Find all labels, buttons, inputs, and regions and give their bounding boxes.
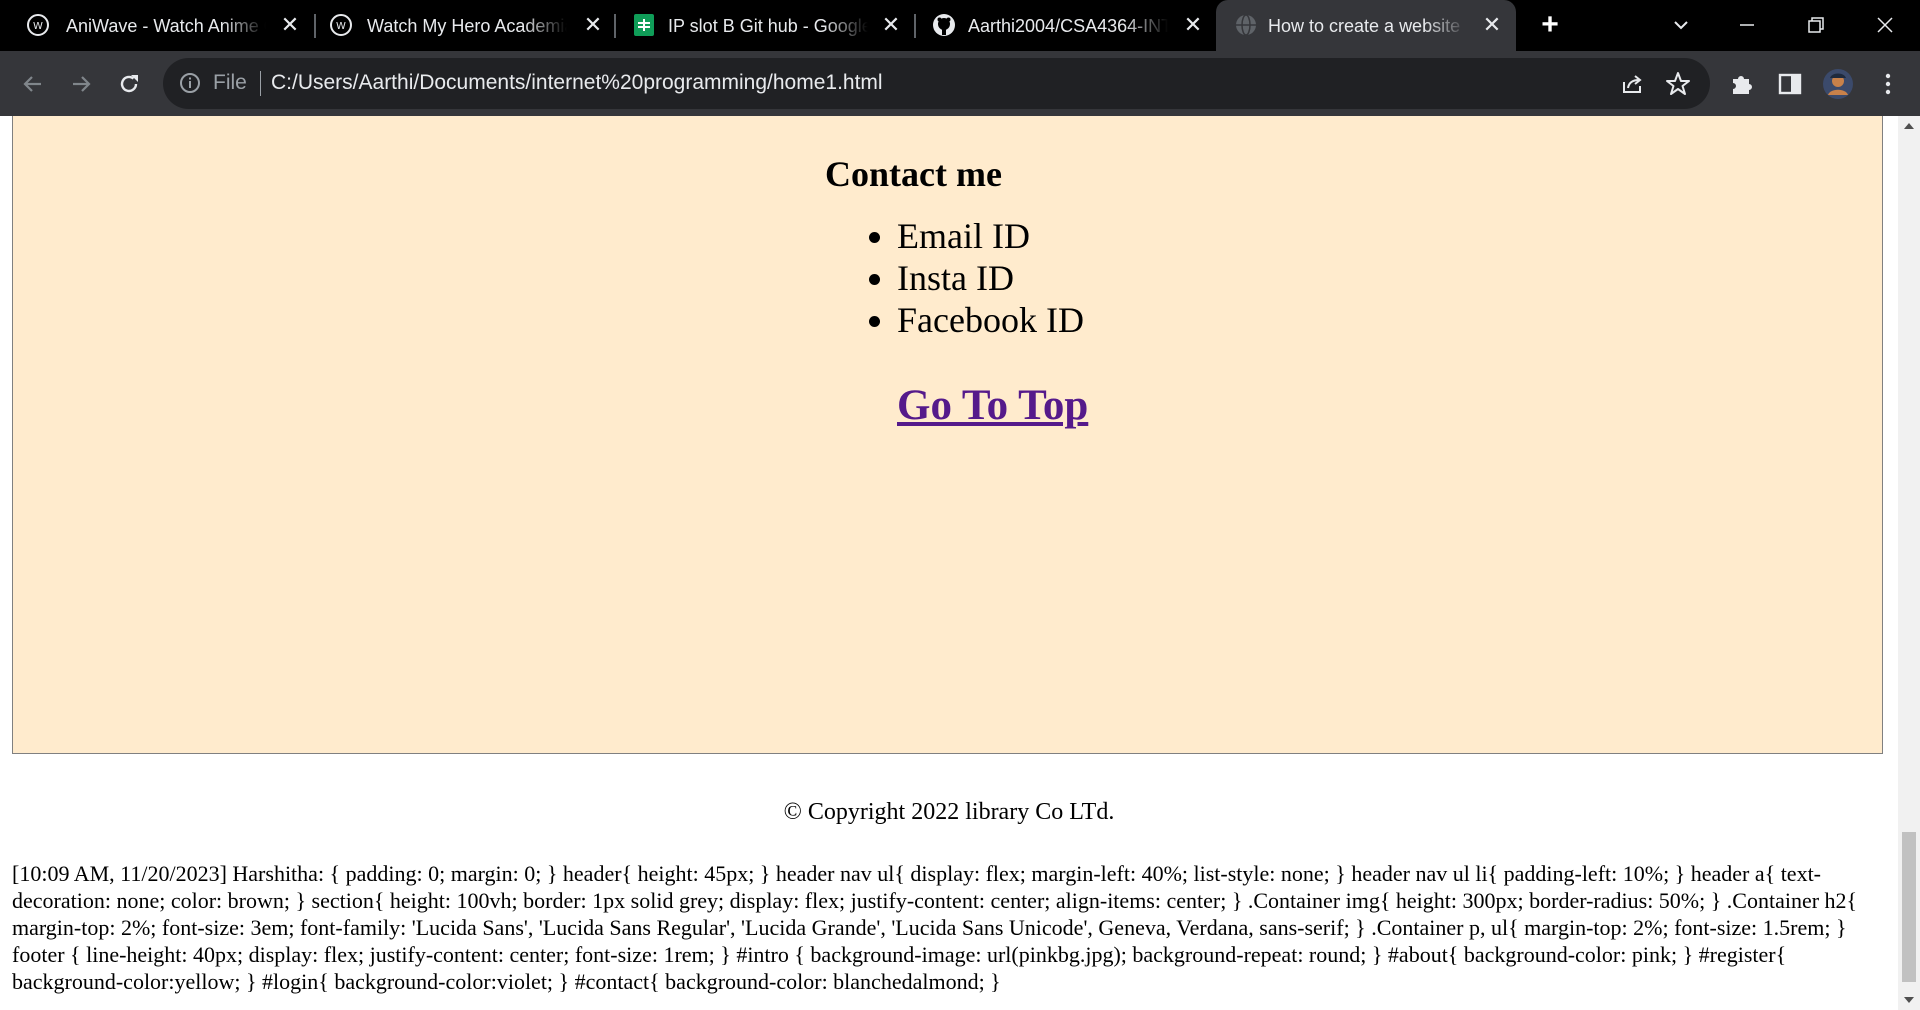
- tab-google-sheets[interactable]: IP slot B Git hub - Google Sheets ✕: [604, 0, 904, 51]
- contact-container: Contact me Email ID Insta ID Facebook ID…: [825, 153, 1125, 431]
- new-tab-button[interactable]: +: [1536, 10, 1564, 40]
- tab-title: Aarthi2004/CSA4364-INTERNET: [968, 16, 1168, 36]
- tab-search-chevron-icon[interactable]: [1666, 10, 1696, 40]
- info-icon[interactable]: [178, 71, 202, 95]
- svg-text:W: W: [33, 21, 43, 32]
- list-item: Email ID: [897, 215, 1125, 257]
- aniwave-logo-icon: W: [329, 13, 353, 37]
- page-viewport: Contact me Email ID Insta ID Facebook ID…: [0, 116, 1898, 1010]
- menu-kebab-icon[interactable]: [1872, 68, 1904, 100]
- tab-title: How to create a website: [1268, 16, 1461, 36]
- address-divider: [260, 71, 261, 96]
- close-tab-icon[interactable]: ✕: [879, 13, 903, 37]
- close-tab-icon[interactable]: ✕: [581, 13, 605, 37]
- tab-hero-academia[interactable]: W Watch My Hero Academia ✕: [304, 0, 604, 51]
- contact-section: Contact me Email ID Insta ID Facebook ID…: [12, 116, 1883, 754]
- extensions-puzzle-icon[interactable]: [1726, 68, 1758, 100]
- scrollbar-thumb[interactable]: [1902, 832, 1916, 982]
- footer-copyright: © Copyright 2022 library Co LTd.: [783, 799, 1115, 825]
- close-tab-icon[interactable]: ✕: [1181, 13, 1205, 37]
- contact-heading: Contact me: [825, 154, 1002, 194]
- pasted-css-text: [10:09 AM, 11/20/2023] Harshitha: { padd…: [12, 861, 1858, 994]
- vertical-scrollbar[interactable]: [1898, 116, 1920, 1010]
- minimize-icon[interactable]: [1732, 10, 1762, 40]
- tab-github[interactable]: Aarthi2004/CSA4364-INTERNET ✕: [904, 0, 1214, 51]
- contact-list: Email ID Insta ID Facebook ID: [825, 215, 1125, 341]
- url-text[interactable]: C:/Users/Aarthi/Documents/internet%20pro…: [271, 71, 883, 95]
- scheme-label: File: [213, 71, 247, 94]
- share-icon[interactable]: [1619, 70, 1647, 98]
- browser-toolbar: File C:/Users/Aarthi/Documents/internet%…: [0, 51, 1920, 116]
- restore-icon[interactable]: [1801, 10, 1831, 40]
- tab-strip: W AniWave - Watch Anime Online ✕ W Watch…: [0, 0, 1920, 51]
- list-item: Insta ID: [897, 257, 1125, 299]
- tab-active-create-website[interactable]: How to create a website ✕: [1216, 0, 1516, 51]
- forward-icon[interactable]: [65, 68, 97, 100]
- bookmark-star-icon[interactable]: [1664, 70, 1692, 98]
- close-tab-icon[interactable]: ✕: [278, 13, 302, 37]
- reload-icon[interactable]: [113, 68, 145, 100]
- tab-title: AniWave - Watch Anime Online: [66, 16, 266, 36]
- close-tab-icon[interactable]: ✕: [1480, 13, 1504, 37]
- address-bar[interactable]: File C:/Users/Aarthi/Documents/internet%…: [163, 58, 1710, 109]
- tab-title: Watch My Hero Academia: [367, 16, 567, 36]
- aniwave-logo-icon: W: [26, 13, 50, 37]
- svg-text:W: W: [336, 21, 346, 32]
- side-panel-icon[interactable]: [1774, 68, 1806, 100]
- close-window-icon[interactable]: [1870, 10, 1900, 40]
- profile-avatar[interactable]: [1822, 68, 1854, 100]
- go-to-top-link[interactable]: Go To Top: [897, 381, 1125, 431]
- scroll-down-arrow-icon[interactable]: [1898, 988, 1920, 1010]
- google-sheets-icon: [632, 13, 656, 37]
- scroll-up-arrow-icon[interactable]: [1898, 116, 1920, 138]
- tab-aniwave[interactable]: W AniWave - Watch Anime Online ✕: [0, 0, 304, 51]
- globe-icon: [1234, 13, 1258, 37]
- github-icon: [932, 13, 956, 37]
- list-item: Facebook ID: [897, 299, 1125, 341]
- tab-title: IP slot B Git hub - Google Sheets: [668, 16, 868, 36]
- back-icon[interactable]: [17, 68, 49, 100]
